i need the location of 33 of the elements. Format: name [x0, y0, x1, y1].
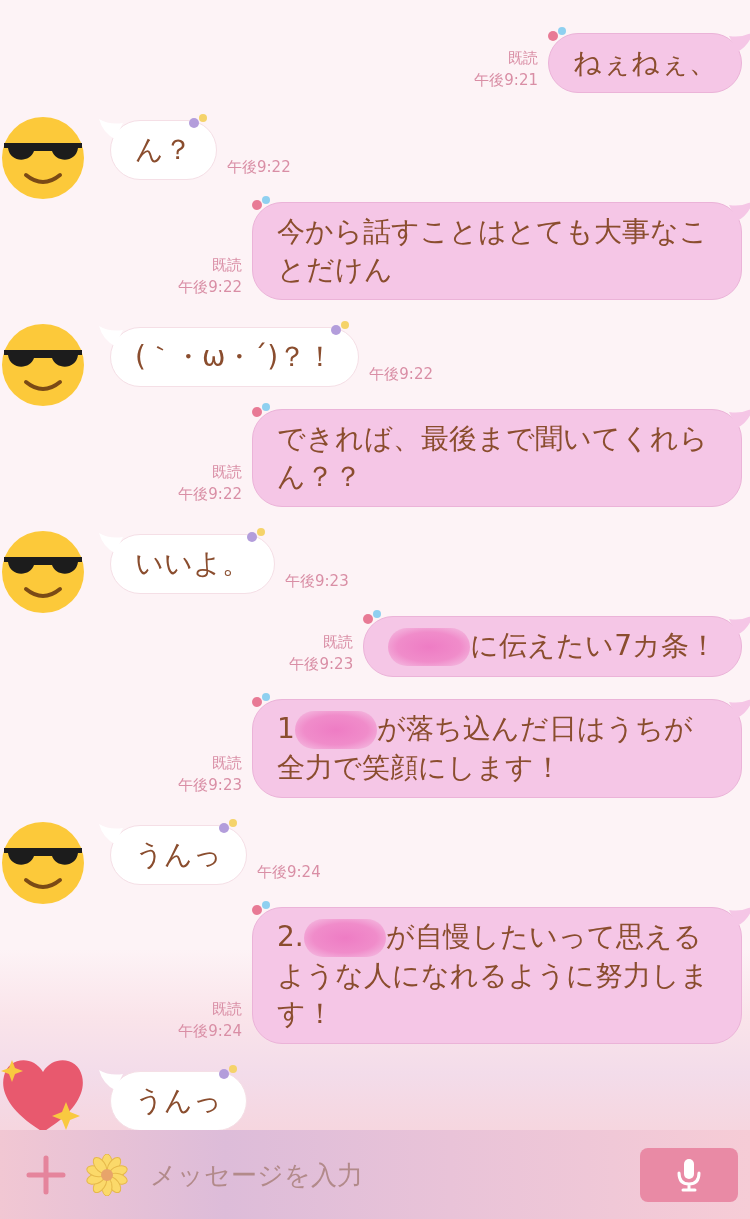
message-time: 午後9:22: [227, 157, 291, 178]
bubble-tail: [97, 1070, 123, 1092]
bubble-tail: [97, 824, 123, 846]
message-time: 午後9:21: [474, 70, 538, 91]
bubble-tail: [97, 119, 123, 141]
read-receipt: 既読: [212, 255, 242, 276]
message-time: 午後9:23: [285, 571, 349, 592]
read-receipt: 既読: [212, 462, 242, 483]
sunglasses-face-avatar[interactable]: [0, 529, 86, 615]
sunglasses-face-avatar[interactable]: [0, 115, 86, 201]
message-time: 午後9:22: [369, 364, 433, 385]
sunglasses-face-avatar[interactable]: [0, 820, 86, 906]
read-receipt: 既読: [323, 632, 354, 653]
message-time: 午後9:24: [178, 1021, 242, 1042]
message-time: 午後9:22: [178, 484, 242, 505]
bubble-tail: [729, 201, 750, 223]
bubble-tail: [729, 615, 750, 637]
message-time: 午後9:24: [257, 862, 321, 883]
read-receipt: 既読: [212, 753, 242, 774]
bubble-tail: [729, 32, 750, 54]
microphone-icon: [676, 1157, 702, 1192]
bubble-tail: [97, 533, 123, 555]
sunglasses-face-avatar[interactable]: [0, 322, 86, 408]
message-input-field[interactable]: メッセージを入力: [148, 1158, 620, 1191]
bubble-tail: [729, 408, 750, 430]
read-receipt: 既読: [508, 48, 538, 69]
bubble-tail: [729, 906, 750, 928]
read-receipt: 既読: [212, 999, 242, 1020]
bubble-tail: [729, 698, 750, 720]
message-time: 午後9:23: [178, 775, 242, 796]
bubble-tail: [97, 326, 123, 348]
message-time: 午後9:23: [289, 654, 354, 675]
message-time: 午後9:22: [178, 277, 242, 298]
